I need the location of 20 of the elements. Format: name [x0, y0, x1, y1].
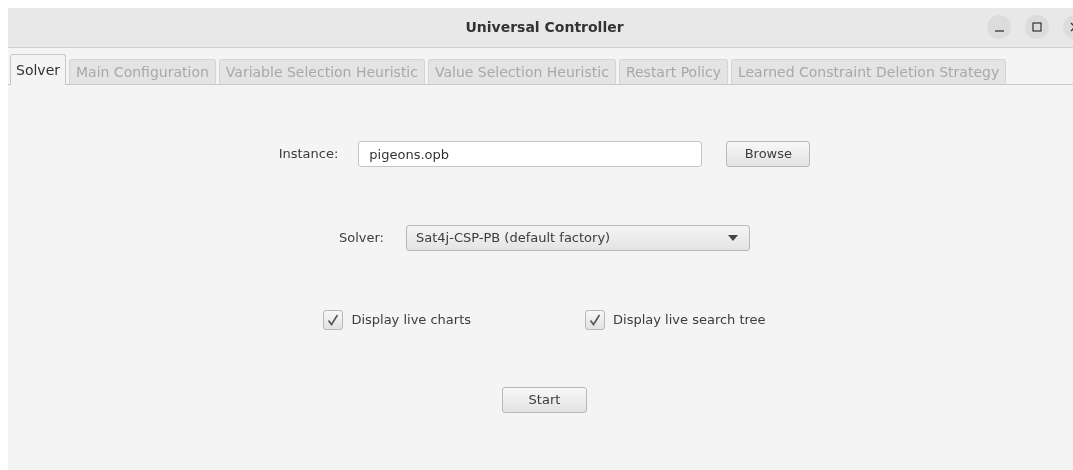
start-button[interactable]: Start [502, 387, 587, 413]
check-icon [327, 314, 340, 326]
solver-value: Sat4j-CSP-PB (default factory) [416, 229, 612, 248]
browse-button[interactable]: Browse [726, 141, 811, 167]
checkbox[interactable] [585, 310, 606, 330]
checkbox-label: Display live search tree [613, 311, 766, 330]
maximize-icon [1032, 22, 1042, 32]
instance-label: Instance: [278, 145, 339, 164]
solver-label: Solver: [339, 229, 384, 248]
minimize-icon [994, 30, 1004, 32]
dropdown-arrow-icon [728, 235, 738, 241]
checkbox[interactable] [323, 310, 344, 330]
tab[interactable]: Solver [10, 54, 66, 85]
maximize-button[interactable] [1025, 15, 1049, 39]
minimize-button[interactable] [987, 15, 1011, 39]
instance-field[interactable]: pigeons.opb [358, 141, 703, 167]
solver-dropdown[interactable]: Sat4j-CSP-PB (default factory) [406, 225, 750, 251]
check-icon [589, 314, 602, 326]
checkbox-label: Display live charts [351, 311, 472, 330]
window-title: Universal Controller [465, 18, 624, 37]
